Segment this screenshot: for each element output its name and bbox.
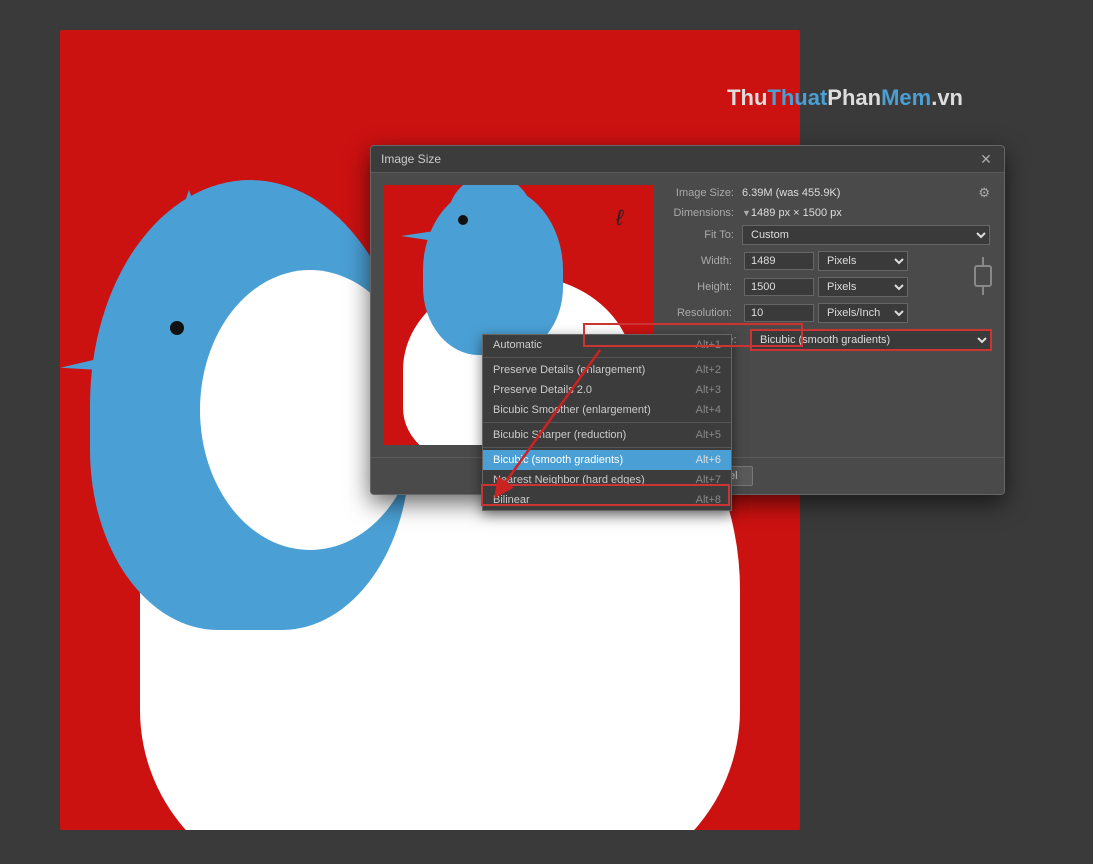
width-label: Width:: [665, 255, 740, 267]
dropdown-item-label: Bicubic (smooth gradients): [493, 454, 623, 466]
chain-link: [974, 251, 992, 297]
dropdown-item-shortcut: Alt+2: [696, 364, 721, 376]
dropdown-item-label: Preserve Details (enlargement): [493, 364, 645, 376]
dropdown-item-label: Bilinear: [493, 494, 530, 506]
dropdown-item-shortcut: Alt+5: [696, 429, 721, 441]
dimensions-value: 1489 px × 1500 px: [751, 207, 990, 219]
dropdown-item-label: Bicubic Smoother (enlargement): [493, 404, 651, 416]
resample-dropdown-menu: Automatic Alt+1 Preserve Details (enlarg…: [482, 334, 732, 511]
dropdown-separator-3: [483, 447, 731, 448]
height-row: Height: Pixels Inches cm: [665, 277, 970, 297]
watermark-thuat: Thuat: [767, 85, 827, 110]
watermark-thu: Thu: [727, 85, 767, 110]
dropdown-item-shortcut: Alt+3: [696, 384, 721, 396]
fit-to-select[interactable]: Custom: [742, 225, 990, 245]
watermark: ThuThuatPhanMem.vn: [727, 85, 963, 111]
dropdown-separator-1: [483, 357, 731, 358]
image-size-label: Image Size:: [667, 187, 742, 199]
dimensions-inputs: Width: Pixels Inches cm Height: Pi: [665, 251, 992, 297]
dropdown-item-automatic[interactable]: Automatic Alt+1: [483, 335, 731, 355]
height-input[interactable]: [744, 278, 814, 296]
dropdown-item-label: Bicubic Sharper (reduction): [493, 429, 626, 441]
gear-icon[interactable]: ⚙: [978, 185, 990, 201]
dropdown-item-label: Automatic: [493, 339, 542, 351]
resample-select[interactable]: Bicubic (smooth gradients) Automatic Pre…: [750, 329, 992, 351]
resolution-row: Resolution: Pixels/Inch Pixels/cm: [665, 303, 992, 323]
dimensions-row: Dimensions: ▼ 1489 px × 1500 px: [665, 207, 992, 219]
watermark-mem: Mem: [881, 85, 931, 110]
dropdown-item-preserve-details-2[interactable]: Preserve Details 2.0 Alt+3: [483, 380, 731, 400]
fit-to-label: Fit To:: [667, 229, 742, 241]
dropdown-item-bicubic-sharper[interactable]: Bicubic Sharper (reduction) Alt+5: [483, 425, 731, 445]
dropdown-item-label: Nearest Neighbor (hard edges): [493, 474, 645, 486]
image-size-row: Image Size: 6.39M (was 455.9K) ⚙: [665, 185, 992, 201]
preview-bird-ear-left: [468, 185, 490, 190]
dropdown-item-shortcut: Alt+6: [696, 454, 721, 466]
dropdown-item-shortcut: Alt+7: [696, 474, 721, 486]
dropdown-item-nearest-neighbor[interactable]: Nearest Neighbor (hard edges) Alt+7: [483, 470, 731, 490]
watermark-vn: .vn: [931, 85, 963, 110]
dropdown-item-bilinear[interactable]: Bilinear Alt+8: [483, 490, 731, 510]
height-label: Height:: [665, 281, 740, 293]
dropdown-item-shortcut: Alt+8: [696, 494, 721, 506]
resolution-label: Resolution:: [665, 307, 740, 319]
watermark-phan: Phan: [827, 85, 881, 110]
resolution-unit-select[interactable]: Pixels/Inch Pixels/cm: [818, 303, 908, 323]
dimensions-dropdown-arrow[interactable]: ▼: [742, 208, 751, 218]
dropdown-separator-2: [483, 422, 731, 423]
dropdown-item-label: Preserve Details 2.0: [493, 384, 592, 396]
image-size-value: 6.39M (was 455.9K): [742, 187, 978, 199]
width-unit-select[interactable]: Pixels Inches cm: [818, 251, 908, 271]
close-button[interactable]: ✕: [978, 152, 994, 166]
width-input[interactable]: [744, 252, 814, 270]
fit-to-row: Fit To: Custom: [665, 225, 992, 245]
preview-bird-ear-right: [495, 185, 517, 190]
preview-swirl: ℓ: [616, 205, 623, 231]
dropdown-item-shortcut: Alt+1: [696, 339, 721, 351]
width-row: Width: Pixels Inches cm: [665, 251, 970, 271]
dropdown-item-shortcut: Alt+4: [696, 404, 721, 416]
dropdown-item-preserve-details[interactable]: Preserve Details (enlargement) Alt+2: [483, 360, 731, 380]
height-unit-select[interactable]: Pixels Inches cm: [818, 277, 908, 297]
resolution-input[interactable]: [744, 304, 814, 322]
dropdown-item-bicubic-smooth[interactable]: Bicubic (smooth gradients) Alt+6: [483, 450, 731, 470]
dropdown-item-bicubic-smoother[interactable]: Bicubic Smoother (enlargement) Alt+4: [483, 400, 731, 420]
dimensions-label: Dimensions:: [667, 207, 742, 219]
dialog-title: Image Size: [381, 152, 441, 166]
preview-bird-eye: [458, 215, 468, 225]
dialog-titlebar: Image Size ✕: [371, 146, 1004, 173]
